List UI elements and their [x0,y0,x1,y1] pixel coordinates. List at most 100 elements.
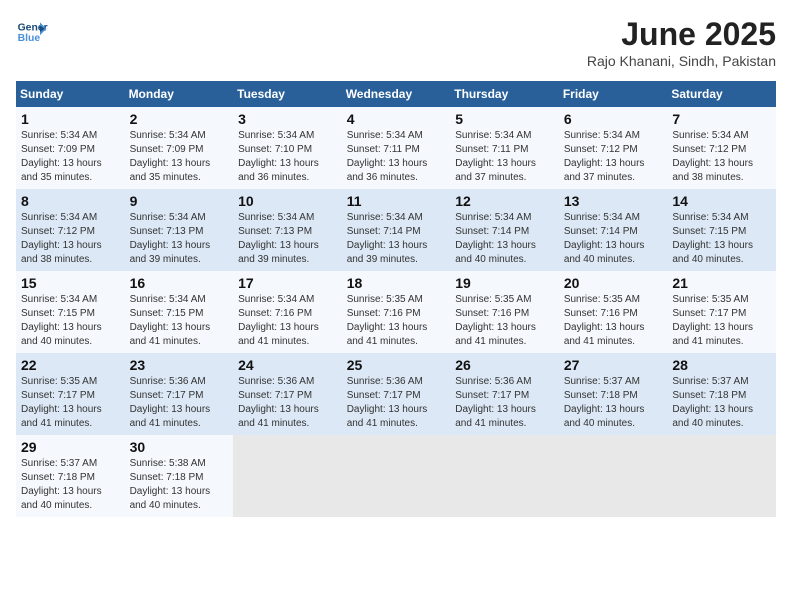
table-row: 6 Sunrise: 5:34 AMSunset: 7:12 PMDaylight… [559,107,668,189]
day-number: 1 [21,111,120,127]
day-number: 19 [455,275,554,291]
day-number: 4 [347,111,446,127]
day-number: 7 [672,111,771,127]
day-number: 10 [238,193,337,209]
col-saturday: Saturday [667,81,776,107]
day-info: Sunrise: 5:35 AMSunset: 7:16 PMDaylight:… [564,293,663,349]
day-number: 13 [564,193,663,209]
day-number: 6 [564,111,663,127]
col-sunday: Sunday [16,81,125,107]
table-row: 14 Sunrise: 5:34 AMSunset: 7:15 PMDayligh… [667,189,776,271]
table-row: 15 Sunrise: 5:34 AMSunset: 7:15 PMDayligh… [16,271,125,353]
table-row [233,435,342,517]
day-info: Sunrise: 5:34 AMSunset: 7:11 PMDaylight:… [455,129,554,185]
day-info: Sunrise: 5:36 AMSunset: 7:17 PMDaylight:… [455,375,554,431]
day-number: 3 [238,111,337,127]
day-number: 11 [347,193,446,209]
table-row: 3 Sunrise: 5:34 AMSunset: 7:10 PMDaylight… [233,107,342,189]
day-number: 27 [564,357,663,373]
day-number: 12 [455,193,554,209]
day-info: Sunrise: 5:34 AMSunset: 7:12 PMDaylight:… [21,211,120,267]
day-info: Sunrise: 5:37 AMSunset: 7:18 PMDaylight:… [672,375,771,431]
day-info: Sunrise: 5:35 AMSunset: 7:16 PMDaylight:… [455,293,554,349]
table-row: 19 Sunrise: 5:35 AMSunset: 7:16 PMDayligh… [450,271,559,353]
day-number: 21 [672,275,771,291]
table-row: 30Sunrise: 5:38 AMSunset: 7:18 PMDayligh… [125,435,234,517]
table-row: 4 Sunrise: 5:34 AMSunset: 7:11 PMDaylight… [342,107,451,189]
day-info: Sunrise: 5:34 AMSunset: 7:11 PMDaylight:… [347,129,446,185]
table-row: 24Sunrise: 5:36 AMSunset: 7:17 PMDayligh… [233,353,342,435]
calendar-week-row: 8Sunrise: 5:34 AMSunset: 7:12 PMDaylight… [16,189,776,271]
month-title: June 2025 [587,16,776,53]
logo: General Blue [16,16,48,48]
day-number: 2 [130,111,229,127]
day-info: Sunrise: 5:34 AMSunset: 7:15 PMDaylight:… [21,293,120,349]
day-info: Sunrise: 5:34 AMSunset: 7:14 PMDaylight:… [347,211,446,267]
day-number: 17 [238,275,337,291]
table-row: 7 Sunrise: 5:34 AMSunset: 7:12 PMDaylight… [667,107,776,189]
day-info: Sunrise: 5:35 AMSunset: 7:17 PMDaylight:… [21,375,120,431]
page-header: General Blue June 2025 Rajo Khanani, Sin… [16,16,776,69]
calendar-table: Sunday Monday Tuesday Wednesday Thursday… [16,81,776,517]
day-info: Sunrise: 5:37 AMSunset: 7:18 PMDaylight:… [21,457,120,513]
title-block: June 2025 Rajo Khanani, Sindh, Pakistan [587,16,776,69]
table-row: 8Sunrise: 5:34 AMSunset: 7:12 PMDaylight… [16,189,125,271]
table-row [559,435,668,517]
calendar-week-row: 22 Sunrise: 5:35 AMSunset: 7:17 PMDayligh… [16,353,776,435]
table-row: 26Sunrise: 5:36 AMSunset: 7:17 PMDayligh… [450,353,559,435]
col-tuesday: Tuesday [233,81,342,107]
table-row: 2 Sunrise: 5:34 AMSunset: 7:09 PMDaylight… [125,107,234,189]
day-info: Sunrise: 5:37 AMSunset: 7:18 PMDaylight:… [564,375,663,431]
table-row: 12 Sunrise: 5:34 AMSunset: 7:14 PMDayligh… [450,189,559,271]
day-info: Sunrise: 5:34 AMSunset: 7:10 PMDaylight:… [238,129,337,185]
day-info: Sunrise: 5:34 AMSunset: 7:15 PMDaylight:… [130,293,229,349]
day-number: 16 [130,275,229,291]
day-number: 28 [672,357,771,373]
table-row: 5 Sunrise: 5:34 AMSunset: 7:11 PMDaylight… [450,107,559,189]
day-info: Sunrise: 5:34 AMSunset: 7:12 PMDaylight:… [564,129,663,185]
location: Rajo Khanani, Sindh, Pakistan [587,53,776,69]
day-number: 24 [238,357,337,373]
table-row: 1 Sunrise: 5:34 AMSunset: 7:09 PMDaylight… [16,107,125,189]
table-row: 10Sunrise: 5:34 AMSunset: 7:13 PMDayligh… [233,189,342,271]
table-row: 9 Sunrise: 5:34 AMSunset: 7:13 PMDaylight… [125,189,234,271]
table-row [450,435,559,517]
table-row: 23 Sunrise: 5:36 AMSunset: 7:17 PMDayligh… [125,353,234,435]
table-row: 20 Sunrise: 5:35 AMSunset: 7:16 PMDayligh… [559,271,668,353]
table-row: 11 Sunrise: 5:34 AMSunset: 7:14 PMDayligh… [342,189,451,271]
day-number: 9 [130,193,229,209]
col-thursday: Thursday [450,81,559,107]
day-number: 20 [564,275,663,291]
day-number: 5 [455,111,554,127]
table-row: 27 Sunrise: 5:37 AMSunset: 7:18 PMDayligh… [559,353,668,435]
col-wednesday: Wednesday [342,81,451,107]
calendar-week-row: 15 Sunrise: 5:34 AMSunset: 7:15 PMDayligh… [16,271,776,353]
day-info: Sunrise: 5:34 AMSunset: 7:14 PMDaylight:… [455,211,554,267]
table-row: 25Sunrise: 5:36 AMSunset: 7:17 PMDayligh… [342,353,451,435]
day-number: 25 [347,357,446,373]
day-number: 15 [21,275,120,291]
day-info: Sunrise: 5:34 AMSunset: 7:09 PMDaylight:… [21,129,120,185]
table-row: 28 Sunrise: 5:37 AMSunset: 7:18 PMDayligh… [667,353,776,435]
day-info: Sunrise: 5:36 AMSunset: 7:17 PMDaylight:… [130,375,229,431]
day-info: Sunrise: 5:38 AMSunset: 7:18 PMDaylight:… [130,457,229,513]
table-row: 17 Sunrise: 5:34 AMSunset: 7:16 PMDayligh… [233,271,342,353]
logo-icon: General Blue [16,16,48,48]
day-info: Sunrise: 5:34 AMSunset: 7:15 PMDaylight:… [672,211,771,267]
day-info: Sunrise: 5:34 AMSunset: 7:12 PMDaylight:… [672,129,771,185]
day-info: Sunrise: 5:34 AMSunset: 7:13 PMDaylight:… [130,211,229,267]
day-number: 29 [21,439,120,455]
day-number: 22 [21,357,120,373]
table-row [667,435,776,517]
svg-text:Blue: Blue [18,33,41,44]
day-info: Sunrise: 5:34 AMSunset: 7:14 PMDaylight:… [564,211,663,267]
calendar-header-row: Sunday Monday Tuesday Wednesday Thursday… [16,81,776,107]
day-info: Sunrise: 5:35 AMSunset: 7:17 PMDaylight:… [672,293,771,349]
col-friday: Friday [559,81,668,107]
day-info: Sunrise: 5:34 AMSunset: 7:09 PMDaylight:… [130,129,229,185]
day-number: 14 [672,193,771,209]
table-row: 22 Sunrise: 5:35 AMSunset: 7:17 PMDayligh… [16,353,125,435]
day-info: Sunrise: 5:34 AMSunset: 7:16 PMDaylight:… [238,293,337,349]
calendar-week-row: 1 Sunrise: 5:34 AMSunset: 7:09 PMDaylight… [16,107,776,189]
day-number: 23 [130,357,229,373]
